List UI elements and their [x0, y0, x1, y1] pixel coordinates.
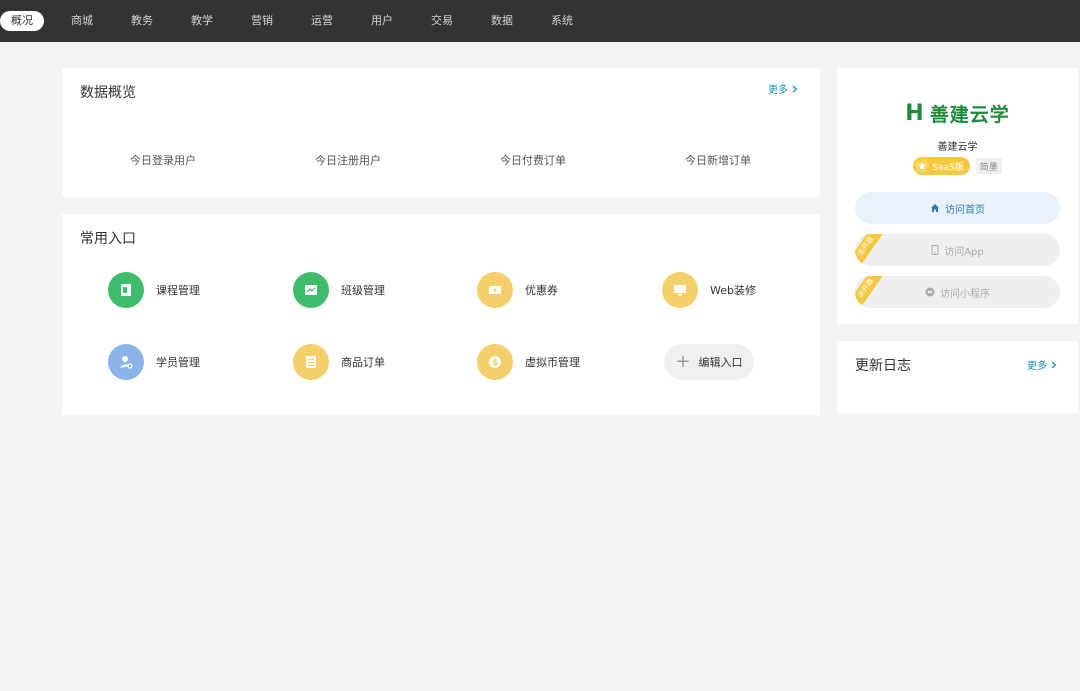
brand-name: 善建云学: [937, 142, 978, 153]
overview-more-link[interactable]: 更多: [768, 81, 798, 96]
update-log-more-label: 更多: [1027, 361, 1047, 372]
phone-icon: [931, 245, 939, 255]
visit-app-button[interactable]: 未开通 访问App: [855, 234, 1060, 266]
update-log-card: 更新日志 更多: [837, 341, 1078, 413]
logo-text: 善建云学: [929, 104, 1010, 126]
intro-badge[interactable]: 简墨: [975, 158, 1002, 174]
stat-today-new-orders: 今日新增订单: [685, 154, 751, 167]
edit-entries-label: 编辑入口: [698, 356, 743, 369]
student-icon: [108, 344, 144, 380]
entry-label: Web装修: [710, 284, 756, 297]
mini-program-icon: [925, 287, 935, 297]
nav-item-teaching[interactable]: 教学: [180, 11, 224, 31]
brand-card: H 善建云学 善建云学 SaaS版 简墨 访问首页 未开通 访问App 未开通 …: [837, 68, 1078, 324]
coin-icon: $: [477, 344, 513, 380]
entry-course-management[interactable]: 课程管理: [108, 272, 200, 308]
not-activated-ribbon: 未开通: [855, 234, 886, 266]
nav-item-system[interactable]: 系统: [540, 11, 584, 31]
overview-title: 数据概览: [80, 85, 136, 101]
saas-badge: SaaS版: [913, 157, 970, 175]
logo-mark: H: [905, 101, 924, 126]
nav-item-mall[interactable]: 商城: [60, 11, 104, 31]
top-nav: 概况 商城 教务 教学 营销 运营 用户 交易 数据 系统: [0, 0, 1080, 42]
nav-item-marketing[interactable]: 营销: [240, 11, 284, 31]
not-activated-ribbon: 未开通: [855, 276, 886, 308]
visit-mini-program-label: 访问小程序: [940, 288, 990, 300]
star-icon: [915, 159, 930, 173]
update-log-title: 更新日志: [855, 358, 911, 374]
entry-student-management[interactable]: 学员管理: [108, 344, 200, 380]
nav-item-data[interactable]: 数据: [480, 11, 524, 31]
stat-today-paid-orders: 今日付费订单: [500, 154, 566, 167]
visit-homepage-label: 访问首页: [945, 204, 985, 216]
nav-item-overview[interactable]: 概况: [0, 11, 44, 31]
entry-class-management[interactable]: 班级管理: [293, 272, 385, 308]
nav-item-academic[interactable]: 教务: [120, 11, 164, 31]
coupon-icon: [477, 272, 513, 308]
nav-item-users[interactable]: 用户: [360, 11, 404, 31]
plus-icon: +: [675, 351, 691, 372]
visit-app-label: 访问App: [944, 246, 984, 258]
visit-mini-program-button[interactable]: 未开通 访问小程序: [855, 276, 1060, 308]
monitor-icon: [662, 272, 698, 308]
nav-item-operation[interactable]: 运营: [300, 11, 344, 31]
entry-web-decoration[interactable]: Web装修: [662, 272, 756, 308]
course-icon: [108, 272, 144, 308]
class-icon: [293, 272, 329, 308]
saas-badge-label: SaaS版: [932, 162, 964, 173]
data-overview-card: 数据概览 更多 今日登录用户 今日注册用户 今日付费订单 今日新增订单: [62, 68, 820, 197]
nav-item-transaction[interactable]: 交易: [420, 11, 464, 31]
entry-label: 课程管理: [156, 284, 200, 297]
chevron-right-icon: [792, 85, 798, 92]
stat-today-login-users: 今日登录用户: [130, 154, 196, 167]
shortcuts-title: 常用入口: [80, 231, 136, 247]
stat-today-registered-users: 今日注册用户: [315, 154, 381, 167]
shortcuts-card: 常用入口 课程管理 班级管理 优惠券 Web装修 学员管理 商品订单 $ 虚拟币…: [62, 214, 820, 415]
brand-badges: SaaS版 简墨: [837, 157, 1078, 175]
overview-more-label: 更多: [768, 85, 788, 96]
svg-text:$: $: [492, 359, 498, 369]
order-icon: [293, 344, 329, 380]
update-log-more-link[interactable]: 更多: [1027, 357, 1057, 372]
entry-label: 优惠券: [525, 284, 558, 297]
brand-logo: H 善建云学: [837, 100, 1078, 127]
home-icon: [931, 204, 939, 212]
edit-entries-button[interactable]: + 编辑入口: [664, 344, 754, 380]
entry-label: 学员管理: [156, 356, 200, 369]
chevron-right-icon: [1051, 361, 1057, 368]
visit-homepage-button[interactable]: 访问首页: [855, 192, 1060, 224]
entry-label: 虚拟币管理: [525, 356, 580, 369]
entry-label: 商品订单: [341, 356, 385, 369]
entry-label: 班级管理: [341, 284, 385, 297]
entry-coupon[interactable]: 优惠券: [477, 272, 558, 308]
entry-virtual-coin-management[interactable]: $ 虚拟币管理: [477, 344, 580, 380]
entry-product-orders[interactable]: 商品订单: [293, 344, 385, 380]
